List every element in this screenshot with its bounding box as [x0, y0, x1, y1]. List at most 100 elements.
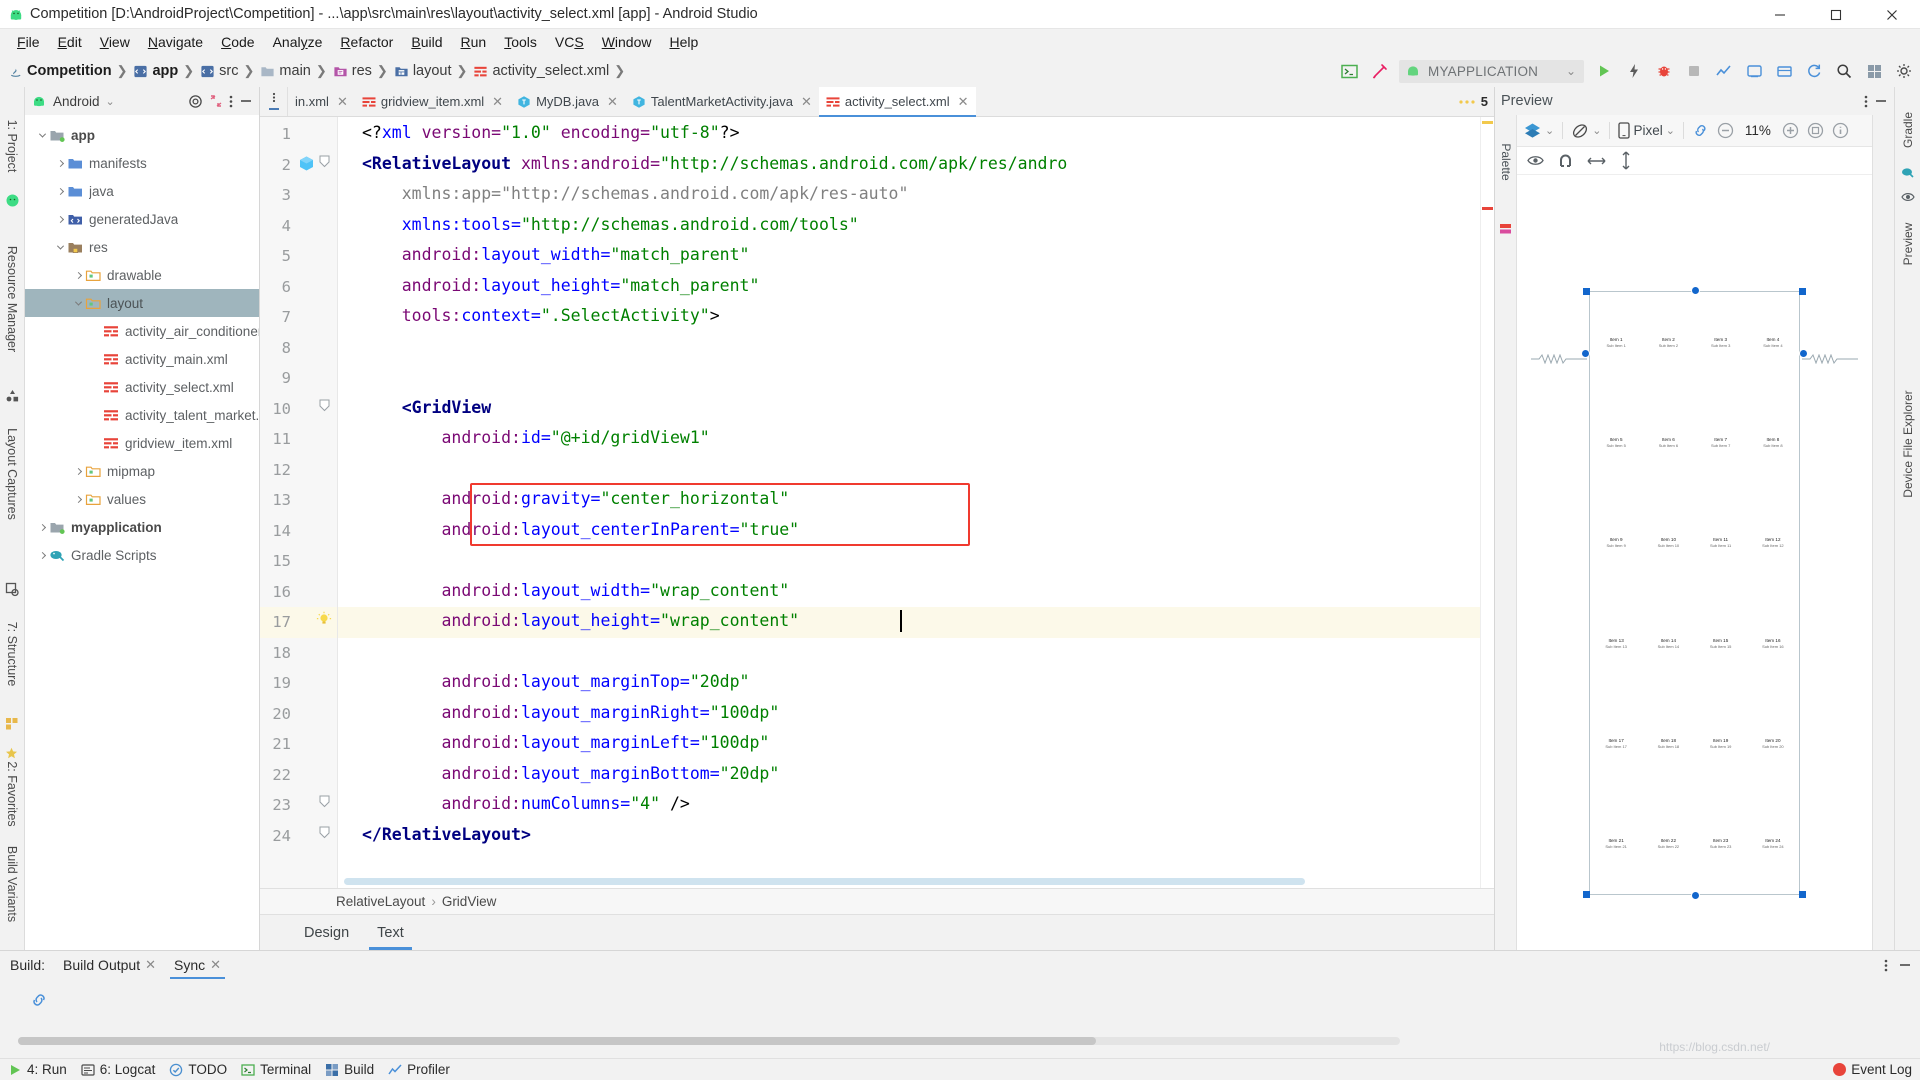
device-preview-surface[interactable]: Item 1Sub Item 1Item 2Sub Item 2Item 3Su… — [1589, 291, 1800, 895]
sdk-manager-icon[interactable] — [1774, 61, 1794, 81]
grid-cell[interactable]: Item 18Sub Item 18 — [1642, 693, 1694, 793]
tree-node-generatedjava[interactable]: generatedJava — [25, 205, 259, 233]
chevron-down-icon[interactable]: ⌄ — [106, 95, 115, 108]
menu-analyze[interactable]: Analyze — [264, 32, 332, 52]
grid-cell[interactable]: Item 22Sub Item 22 — [1642, 794, 1694, 894]
gear-icon[interactable] — [1894, 61, 1914, 81]
code-editor[interactable]: 123456789101112131415161718192021222324 … — [260, 117, 1494, 888]
close-icon[interactable]: ✕ — [210, 957, 221, 973]
grid-cell[interactable]: Item 13Sub Item 13 — [1590, 593, 1642, 693]
grid-cell[interactable]: Item 7Sub Item 7 — [1695, 392, 1747, 492]
magnet-icon[interactable] — [1558, 153, 1573, 169]
rail-item-favorites[interactable]: 2: Favorites — [5, 761, 19, 826]
status-logcat[interactable]: 6: Logcat — [81, 1062, 156, 1077]
tree-node-activity-select-xml[interactable]: activity_select.xml — [25, 373, 259, 401]
grid-cell[interactable]: Item 20Sub Item 20 — [1747, 693, 1799, 793]
tree-node-res[interactable]: res — [25, 233, 259, 261]
status-build[interactable]: Build — [325, 1062, 374, 1077]
breadcrumb-item-activity-select-xml[interactable]: activity_select.xml — [473, 63, 612, 79]
menu-run[interactable]: Run — [452, 32, 496, 52]
code-fold-marker[interactable] — [318, 399, 331, 412]
hide-panel-icon[interactable] — [239, 94, 253, 108]
search-icon[interactable] — [1834, 61, 1854, 81]
hide-panel-icon[interactable] — [1874, 94, 1888, 108]
rail-item-resource-manager[interactable]: Resource Manager — [5, 246, 19, 352]
link-chain-icon[interactable] — [1692, 123, 1709, 138]
grid-cell[interactable]: Item 2Sub Item 2 — [1642, 292, 1694, 392]
preview-canvas[interactable]: Item 1Sub Item 1Item 2Sub Item 2Item 3Su… — [1517, 175, 1872, 950]
stripe-error-mark[interactable] — [1482, 207, 1493, 210]
horizontal-scrollbar[interactable] — [18, 1037, 1400, 1045]
tree-node-app[interactable]: app — [25, 121, 259, 149]
more-options-icon[interactable] — [229, 94, 233, 109]
info-circle-icon[interactable] — [1832, 122, 1849, 139]
chevron-closed-icon[interactable] — [71, 268, 85, 282]
stripe-warning-mark[interactable] — [1482, 121, 1493, 124]
minimize-button[interactable] — [1752, 0, 1808, 29]
editor-tab-in-xml[interactable]: in.xml✕ — [288, 87, 355, 116]
status-profiler[interactable]: Profiler — [388, 1062, 450, 1077]
more-options-icon[interactable] — [1884, 958, 1888, 973]
menu-window[interactable]: Window — [593, 32, 661, 52]
chevron-open-icon[interactable] — [53, 240, 67, 254]
breadcrumb-item-layout[interactable]: layout — [394, 63, 455, 79]
grid-cell[interactable]: Item 10Sub Item 10 — [1642, 493, 1694, 593]
chevron-open-icon[interactable] — [35, 128, 49, 142]
grid-cell[interactable]: Item 9Sub Item 9 — [1590, 493, 1642, 593]
hide-panel-icon[interactable] — [1898, 958, 1912, 972]
close-icon[interactable]: ✕ — [337, 94, 348, 110]
chevron-closed-icon[interactable] — [53, 212, 67, 226]
grid-cell[interactable]: Item 24Sub Item 24 — [1747, 794, 1799, 894]
terminal-icon[interactable] — [1339, 61, 1359, 81]
rail-item-structure[interactable]: 7: Structure — [5, 622, 19, 687]
menu-code[interactable]: Code — [212, 32, 263, 52]
breadcrumb-item-src[interactable]: src — [200, 63, 241, 79]
rail-item-build-variants[interactable]: Build Variants — [5, 846, 19, 922]
palette-rail[interactable]: Palette — [1495, 115, 1517, 950]
menu-vcs[interactable]: VCS — [546, 32, 593, 52]
menu-refactor[interactable]: Refactor — [331, 32, 402, 52]
grid-cell[interactable]: Item 12Sub Item 12 — [1747, 493, 1799, 593]
project-tree[interactable]: appmanifestsjavageneratedJavaresdrawable… — [25, 115, 259, 950]
grid-cell[interactable]: Item 8Sub Item 8 — [1747, 392, 1799, 492]
horizontal-arrows-icon[interactable] — [1587, 155, 1606, 167]
breadcrumb-item-main[interactable]: main — [260, 63, 313, 79]
code-fold-marker[interactable] — [318, 826, 331, 839]
run-triangle-icon[interactable] — [1594, 61, 1614, 81]
chevron-closed-icon[interactable] — [53, 184, 67, 198]
editor-tab-gridview-item-xml[interactable]: gridview_item.xml✕ — [355, 87, 510, 116]
stop-square-icon[interactable] — [1684, 61, 1704, 81]
close-icon[interactable]: ✕ — [492, 94, 503, 110]
grid-cell[interactable]: Item 5Sub Item 5 — [1590, 392, 1642, 492]
resize-handle-top-left[interactable] — [1583, 288, 1590, 295]
breadcrumb-item-res[interactable]: res — [333, 63, 375, 79]
grid-cell[interactable]: Item 4Sub Item 4 — [1747, 292, 1799, 392]
tree-node-gradle-scripts[interactable]: Gradle Scripts — [25, 541, 259, 569]
close-icon[interactable]: ✕ — [958, 94, 969, 110]
grid-cell[interactable]: Item 14Sub Item 14 — [1642, 593, 1694, 693]
close-icon[interactable]: ✕ — [145, 957, 156, 973]
code-fold-marker[interactable] — [318, 155, 331, 168]
tree-node-gridview-item-xml[interactable]: gridview_item.xml — [25, 429, 259, 457]
constraint-anchor-right[interactable] — [1799, 349, 1808, 358]
chevron-closed-icon[interactable] — [71, 464, 85, 478]
hammer-icon[interactable] — [1369, 61, 1389, 81]
code-breadcrumb[interactable]: RelativeLayout › GridView — [260, 888, 1494, 914]
profiler-icon[interactable] — [1714, 61, 1734, 81]
tree-node-manifests[interactable]: manifests — [25, 149, 259, 177]
chevron-closed-icon[interactable] — [35, 520, 49, 534]
constraint-anchor-bottom[interactable] — [1691, 891, 1700, 900]
zoom-fit-icon[interactable] — [1807, 122, 1824, 139]
tree-node-myapplication[interactable]: myapplication — [25, 513, 259, 541]
event-log-button[interactable]: Event Log — [1833, 1062, 1912, 1077]
zoom-out-icon[interactable] — [1717, 122, 1734, 139]
grid-cell[interactable]: Item 16Sub Item 16 — [1747, 593, 1799, 693]
grid-cell[interactable]: Item 6Sub Item 6 — [1642, 392, 1694, 492]
grid-cell[interactable]: Item 3Sub Item 3 — [1695, 292, 1747, 392]
debug-bug-icon[interactable] — [1654, 61, 1674, 81]
tree-node-values[interactable]: values — [25, 485, 259, 513]
intention-bulb-icon[interactable] — [316, 611, 332, 627]
status-run[interactable]: 4: Run — [8, 1062, 67, 1077]
more-options-icon[interactable] — [1864, 94, 1868, 109]
breadcrumb-gridview[interactable]: GridView — [442, 894, 497, 909]
